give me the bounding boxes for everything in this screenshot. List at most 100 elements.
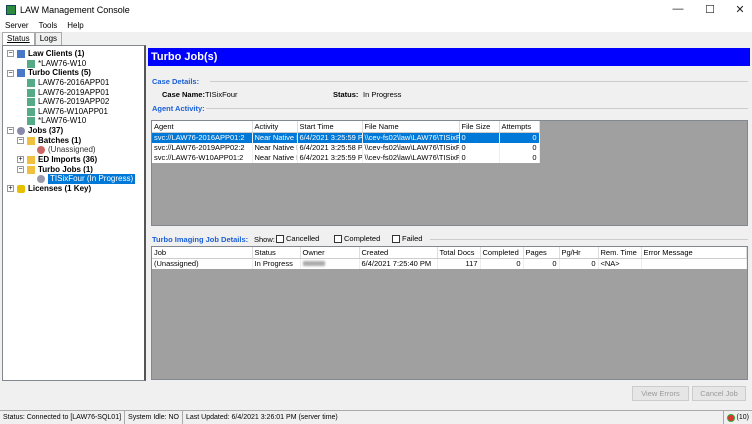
menu-tools[interactable]: Tools [34,20,63,32]
column-header[interactable]: Pages [523,247,560,259]
computer-icon [27,117,35,125]
column-header[interactable]: Created [359,247,438,259]
table-cell: \\cev-fs02\law\LAW76\TISixF [362,132,460,143]
menu-help[interactable]: Help [62,20,88,32]
table-cell: svc://LAW76-2019APP02:2 [152,142,253,153]
column-header[interactable]: Error Message [641,247,747,259]
job-details-label: Turbo Imaging Job Details: [152,235,249,244]
minimize-button[interactable]: — [668,3,688,15]
checkbox[interactable] [276,235,284,244]
table-cell [300,258,360,269]
column-header[interactable]: Total Docs [437,247,481,259]
checkbox[interactable] [392,235,400,244]
status-value: In Progress [363,90,402,99]
collapse-icon[interactable]: − [17,137,24,144]
tree-ed-imports[interactable]: ED Imports (36) [27,155,97,165]
tree-turbo-clients[interactable]: Turbo Clients (5) [17,68,91,78]
divider [210,81,748,82]
job-table: Job Status Owner Created Total Docs Completed… [152,247,747,269]
last-updated: Last Updated: 6/4/2021 3:26:01 PM (serve… [183,411,724,424]
page-title: Turbo Job(s) [148,48,750,66]
expand-icon[interactable]: + [17,156,24,163]
job-error-icon [37,146,45,154]
cancel-job-button[interactable]: Cancel Job [692,386,746,401]
table-cell: <NA> [598,258,642,269]
table-cell: 0 [499,142,540,153]
table-cell: Near Native I [252,142,298,153]
expand-icon[interactable]: + [7,185,14,192]
folder-icon [27,156,35,164]
column-header[interactable]: Agent [152,121,253,133]
view-errors-button[interactable]: View Errors [632,386,689,401]
tab-status[interactable]: Status [2,32,35,45]
computer-icon [27,60,35,68]
column-header[interactable]: Rem. Time [598,247,642,259]
table-cell: 6/4/2021 3:25:59 PM [297,152,363,163]
folder-icon [27,137,35,145]
tree-jobs[interactable]: Jobs (37) [17,126,63,136]
menu-server[interactable]: Server [0,20,34,32]
column-header[interactable]: Attempts [499,121,540,133]
agent-table: Agent Activity Start Time File Name File Siz… [152,121,540,163]
table-cell: (Unassigned) [152,258,253,269]
table-cell: 0 [559,258,599,269]
case-name-value: TISixFour [205,90,238,99]
column-header[interactable]: Status [252,247,301,259]
table-cell: 0 [523,258,560,269]
table-row[interactable]: (Unassigned) In Progress 6/4/2021 7:25:40 … [152,258,747,269]
menu-bar: Server Tools Help [0,20,752,32]
table-cell: 0 [459,142,500,153]
column-header[interactable]: File Name [362,121,460,133]
tree-item[interactable]: LAW76-2019APP02 [27,97,109,107]
filter-cancelled[interactable]: Cancelled [276,234,319,244]
filter-completed[interactable]: Completed [334,234,380,244]
tab-strip: Status Logs [2,32,63,45]
column-header[interactable]: File Size [459,121,500,133]
table-cell: 0 [480,258,524,269]
table-cell: Near Native I [252,152,298,163]
tab-logs[interactable]: Logs [34,32,63,45]
refresh-icon[interactable] [726,413,735,422]
close-button[interactable]: ✕ [730,3,750,16]
table-cell: svc://LAW76-W10APP01:2 [152,152,253,163]
column-header[interactable]: Owner [300,247,360,259]
collapse-icon[interactable]: − [7,127,14,134]
table-row[interactable]: svc://LAW76-2019APP02:2 Near Native I 6/4/… [152,142,540,153]
column-header[interactable]: Job [152,247,253,259]
table-row[interactable]: svc://LAW76-2016APP01:2 Near Native I 6/4/… [152,132,540,143]
filter-failed[interactable]: Failed [392,234,422,244]
table-cell: svc://LAW76-2016APP01:2 [152,132,253,143]
table-cell: 0 [459,152,500,163]
column-header[interactable]: Activity [252,121,298,133]
collapse-icon[interactable]: − [7,70,14,77]
column-header[interactable]: Pg/Hr [559,247,599,259]
column-header[interactable]: Start Time [297,121,363,133]
table-cell: 0 [499,132,540,143]
server-tree[interactable]: − Law Clients (1) *LAW76-W10 − Turbo Cli… [2,45,146,381]
tree-item[interactable]: (Unassigned) [37,145,96,155]
job-details-grid[interactable]: Job Status Owner Created Total Docs Completed… [151,246,748,380]
tree-item[interactable]: LAW76-2016APP01 [27,78,109,88]
collapse-icon[interactable]: − [17,166,24,173]
computer-icon [27,108,35,116]
table-cell: 6/4/2021 7:25:40 PM [359,258,438,269]
status-label: Status: [333,90,359,99]
divider [206,108,748,109]
computer-icon [27,89,35,97]
agent-activity-grid[interactable]: Agent Activity Start Time File Name File Siz… [151,120,748,226]
gears-icon [17,127,25,135]
maximize-button[interactable]: ☐ [700,3,720,16]
table-row[interactable]: svc://LAW76-W10APP01:2 Near Native I 6/4/2… [152,152,540,163]
tree-item-selected[interactable]: TISixFour (In Progress) [37,173,137,185]
table-cell: In Progress [252,258,301,269]
column-header[interactable]: Completed [480,247,524,259]
table-cell: \\cev-fs02\law\LAW76\TISixF [362,142,460,153]
tree-law-clients[interactable]: Law Clients (1) [17,49,84,59]
folder-icon [27,166,35,174]
tree-item[interactable]: *LAW76-W10 [27,116,86,126]
status-bar: Status: Connected to [LAW76-SQL01] Syste… [0,410,752,424]
tree-licenses[interactable]: Licenses (1 Key) [17,184,91,194]
lock-icon [17,185,25,193]
checkbox[interactable] [334,235,342,244]
collapse-icon[interactable]: − [7,50,14,57]
